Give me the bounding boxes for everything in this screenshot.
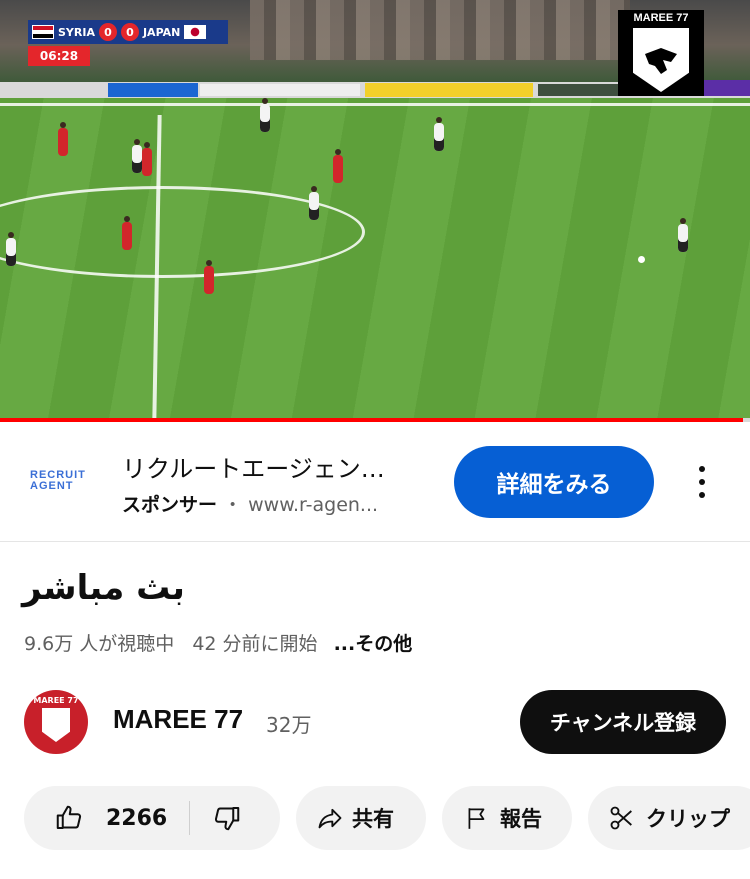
video-meta[interactable]: 9.6万 人が視聴中 42 分前に開始 ...その他: [24, 629, 412, 656]
player-red: [58, 122, 68, 156]
ad-sponsor-label: スポンサー: [122, 494, 218, 516]
share-label: 共有: [352, 807, 394, 831]
match-clock: 06:28: [28, 46, 90, 66]
eagle-shield-icon: [633, 28, 689, 92]
ad-board-white: [200, 84, 360, 96]
player-red: [333, 149, 343, 183]
clip-label: クリップ: [646, 807, 730, 831]
channel-avatar[interactable]: MAREE 77: [24, 690, 88, 754]
scissors-icon: [608, 804, 636, 832]
score-away: 0: [120, 23, 139, 41]
player-white: [309, 186, 319, 220]
player-white: [6, 232, 16, 266]
thumbs-up-icon[interactable]: [54, 803, 84, 833]
player-red: [204, 260, 214, 294]
more-link[interactable]: ...その他: [334, 633, 413, 655]
ad-separator: ・: [223, 494, 243, 516]
japan-flag-icon: [184, 25, 207, 39]
channel-watermark: MAREE 77: [618, 10, 704, 96]
like-count[interactable]: 2266: [106, 806, 167, 831]
more-vert-icon[interactable]: [690, 462, 714, 502]
share-button[interactable]: 共有: [296, 786, 426, 850]
flag-icon: [464, 804, 490, 832]
player-red: [142, 142, 152, 176]
team-home: SYRIA: [58, 25, 95, 39]
touch-line: [0, 103, 750, 106]
scorebug: SYRIA 0 0 JAPAN: [28, 20, 228, 44]
player-white: [132, 139, 142, 173]
syria-flag-icon: [32, 25, 54, 39]
ball: [638, 256, 645, 263]
view-count: 9.6万 人が視聴中: [24, 633, 175, 655]
watermark-text: MAREE 77: [633, 12, 689, 24]
report-button[interactable]: 報告: [442, 786, 572, 850]
start-time: 42 分前に開始: [192, 633, 318, 655]
player-white: [434, 117, 444, 151]
crowd: [250, 0, 630, 60]
report-label: 報告: [500, 807, 542, 831]
player-red: [122, 216, 132, 250]
team-away: JAPAN: [142, 25, 181, 39]
clip-button[interactable]: クリップ: [588, 786, 750, 850]
like-separator: [189, 801, 191, 835]
video-title: بث مباشر: [22, 568, 185, 608]
ad-url: www.r-agen...: [248, 494, 379, 516]
player-white: [260, 98, 270, 132]
ad-title[interactable]: リクルートエージェン…: [122, 449, 422, 484]
ad-board-yellow: [365, 83, 533, 97]
subscriber-count: 32万: [266, 713, 312, 737]
subscribe-button[interactable]: チャンネル登録: [520, 690, 726, 754]
share-arrow-icon: [316, 804, 344, 832]
player-white: [678, 218, 688, 252]
ad-subline: スポンサー ・ www.r-agen...: [122, 490, 422, 517]
channel-name[interactable]: MAREE 77: [113, 704, 243, 735]
avatar-text: MAREE 77: [33, 696, 79, 705]
eagle-avatar-icon: [42, 708, 70, 742]
thumbs-down-icon[interactable]: [212, 803, 242, 833]
ad-cta-button[interactable]: 詳細をみる: [454, 446, 654, 518]
score-home: 0: [98, 23, 117, 41]
ad-board-blue: [108, 83, 198, 97]
video-player[interactable]: SYRIA 0 0 JAPAN 06:28 MAREE 77: [0, 0, 750, 418]
ad-logo[interactable]: RECRUIT AGENT: [30, 470, 86, 492]
ad-logo-line2: AGENT: [30, 480, 74, 492]
like-dislike-pill: 2266: [24, 786, 280, 850]
